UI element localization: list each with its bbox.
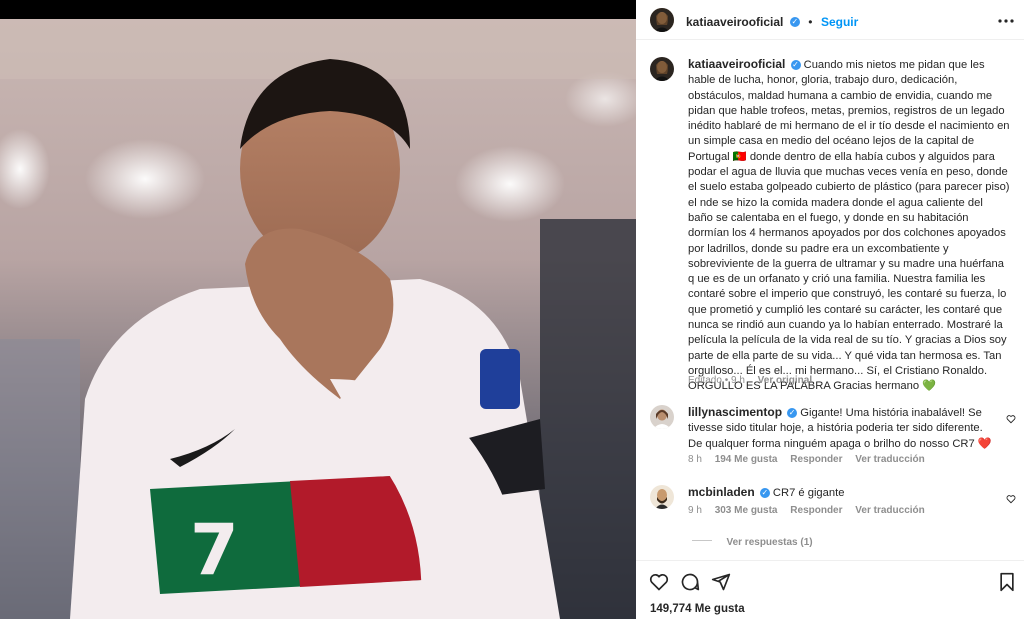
view-translation-link[interactable]: Ver traducción xyxy=(855,505,924,516)
red-heart-emoji: ❤️ xyxy=(977,437,992,450)
share-send-icon[interactable] xyxy=(711,572,731,592)
likes-count[interactable]: 149,774 Me gusta xyxy=(650,603,745,615)
comment-username[interactable]: lillynascimentop xyxy=(688,405,782,419)
comment-time: 8 h xyxy=(688,454,702,465)
caption-username[interactable]: katiaaveirooficial xyxy=(688,57,785,71)
author-username[interactable]: katiaaveirooficial xyxy=(686,15,783,29)
separator-dot: • xyxy=(808,15,813,29)
comment-item: mcbinladen ✓ CR7 é gigante xyxy=(688,485,1000,501)
comment-avatar[interactable] xyxy=(650,405,674,429)
view-replies-label[interactable]: Ver respuestas (1) xyxy=(726,537,812,548)
comment-time: 9 h xyxy=(688,505,702,516)
like-comment-heart-icon[interactable] xyxy=(1006,491,1016,504)
verified-badge-icon: ✓ xyxy=(759,488,770,499)
reply-button[interactable]: Responder xyxy=(790,505,842,516)
more-options-icon[interactable] xyxy=(998,14,1014,26)
reply-button[interactable]: Responder xyxy=(790,454,842,465)
post-side-panel: katiaaveirooficial ✓ • Seguir katiaaveir… xyxy=(636,0,1024,619)
view-replies[interactable]: Ver respuestas (1) xyxy=(692,532,813,550)
post-caption: katiaaveirooficial ✓ Cuando mis nietos m… xyxy=(688,57,1010,395)
edited-label: Editado xyxy=(688,375,722,386)
view-translation-link[interactable]: Ver traducción xyxy=(855,454,924,465)
like-comment-heart-icon[interactable] xyxy=(1006,411,1016,424)
verified-badge-icon: ✓ xyxy=(787,408,798,419)
post-header: katiaaveirooficial ✓ • Seguir xyxy=(636,0,1024,40)
comment-likes[interactable]: 303 Me gusta xyxy=(715,505,778,516)
comment-meta: 8 h 194 Me gusta Responder Ver traducció… xyxy=(688,454,925,465)
caption-meta: Editado • 9 h Ver original xyxy=(688,375,813,386)
caption-time: 9 h xyxy=(730,375,745,386)
comment-username[interactable]: mcbinladen xyxy=(688,485,755,499)
like-heart-icon[interactable] xyxy=(649,572,669,592)
comment-meta: 9 h 303 Me gusta Responder Ver traducció… xyxy=(688,505,925,516)
green-heart-emoji: 💚 xyxy=(922,380,937,393)
comment-likes[interactable]: 194 Me gusta xyxy=(715,454,778,465)
top-bar xyxy=(0,0,636,19)
replies-line xyxy=(692,540,712,542)
save-bookmark-icon[interactable] xyxy=(998,572,1016,592)
comment-bubble-icon[interactable] xyxy=(680,572,700,592)
post-image[interactable]: 7 xyxy=(0,19,636,619)
verified-badge-icon: ✓ xyxy=(790,60,801,71)
comment-item: lillynascimentop ✓ Gigante! Uma história… xyxy=(688,405,1000,452)
post-photo-illustration: 7 xyxy=(0,19,636,619)
verified-badge-icon: ✓ xyxy=(789,16,800,27)
follow-button[interactable]: Seguir xyxy=(821,15,858,29)
author-avatar[interactable] xyxy=(650,8,674,32)
svg-text:7: 7 xyxy=(190,509,239,591)
caption-text: Cuando mis nietos me pidan que les hable… xyxy=(688,59,1010,393)
caption-author-avatar[interactable] xyxy=(650,57,674,81)
view-original-link[interactable]: Ver original xyxy=(758,375,812,386)
comment-avatar[interactable] xyxy=(650,485,674,509)
comment-text: CR7 é gigante xyxy=(772,487,845,499)
